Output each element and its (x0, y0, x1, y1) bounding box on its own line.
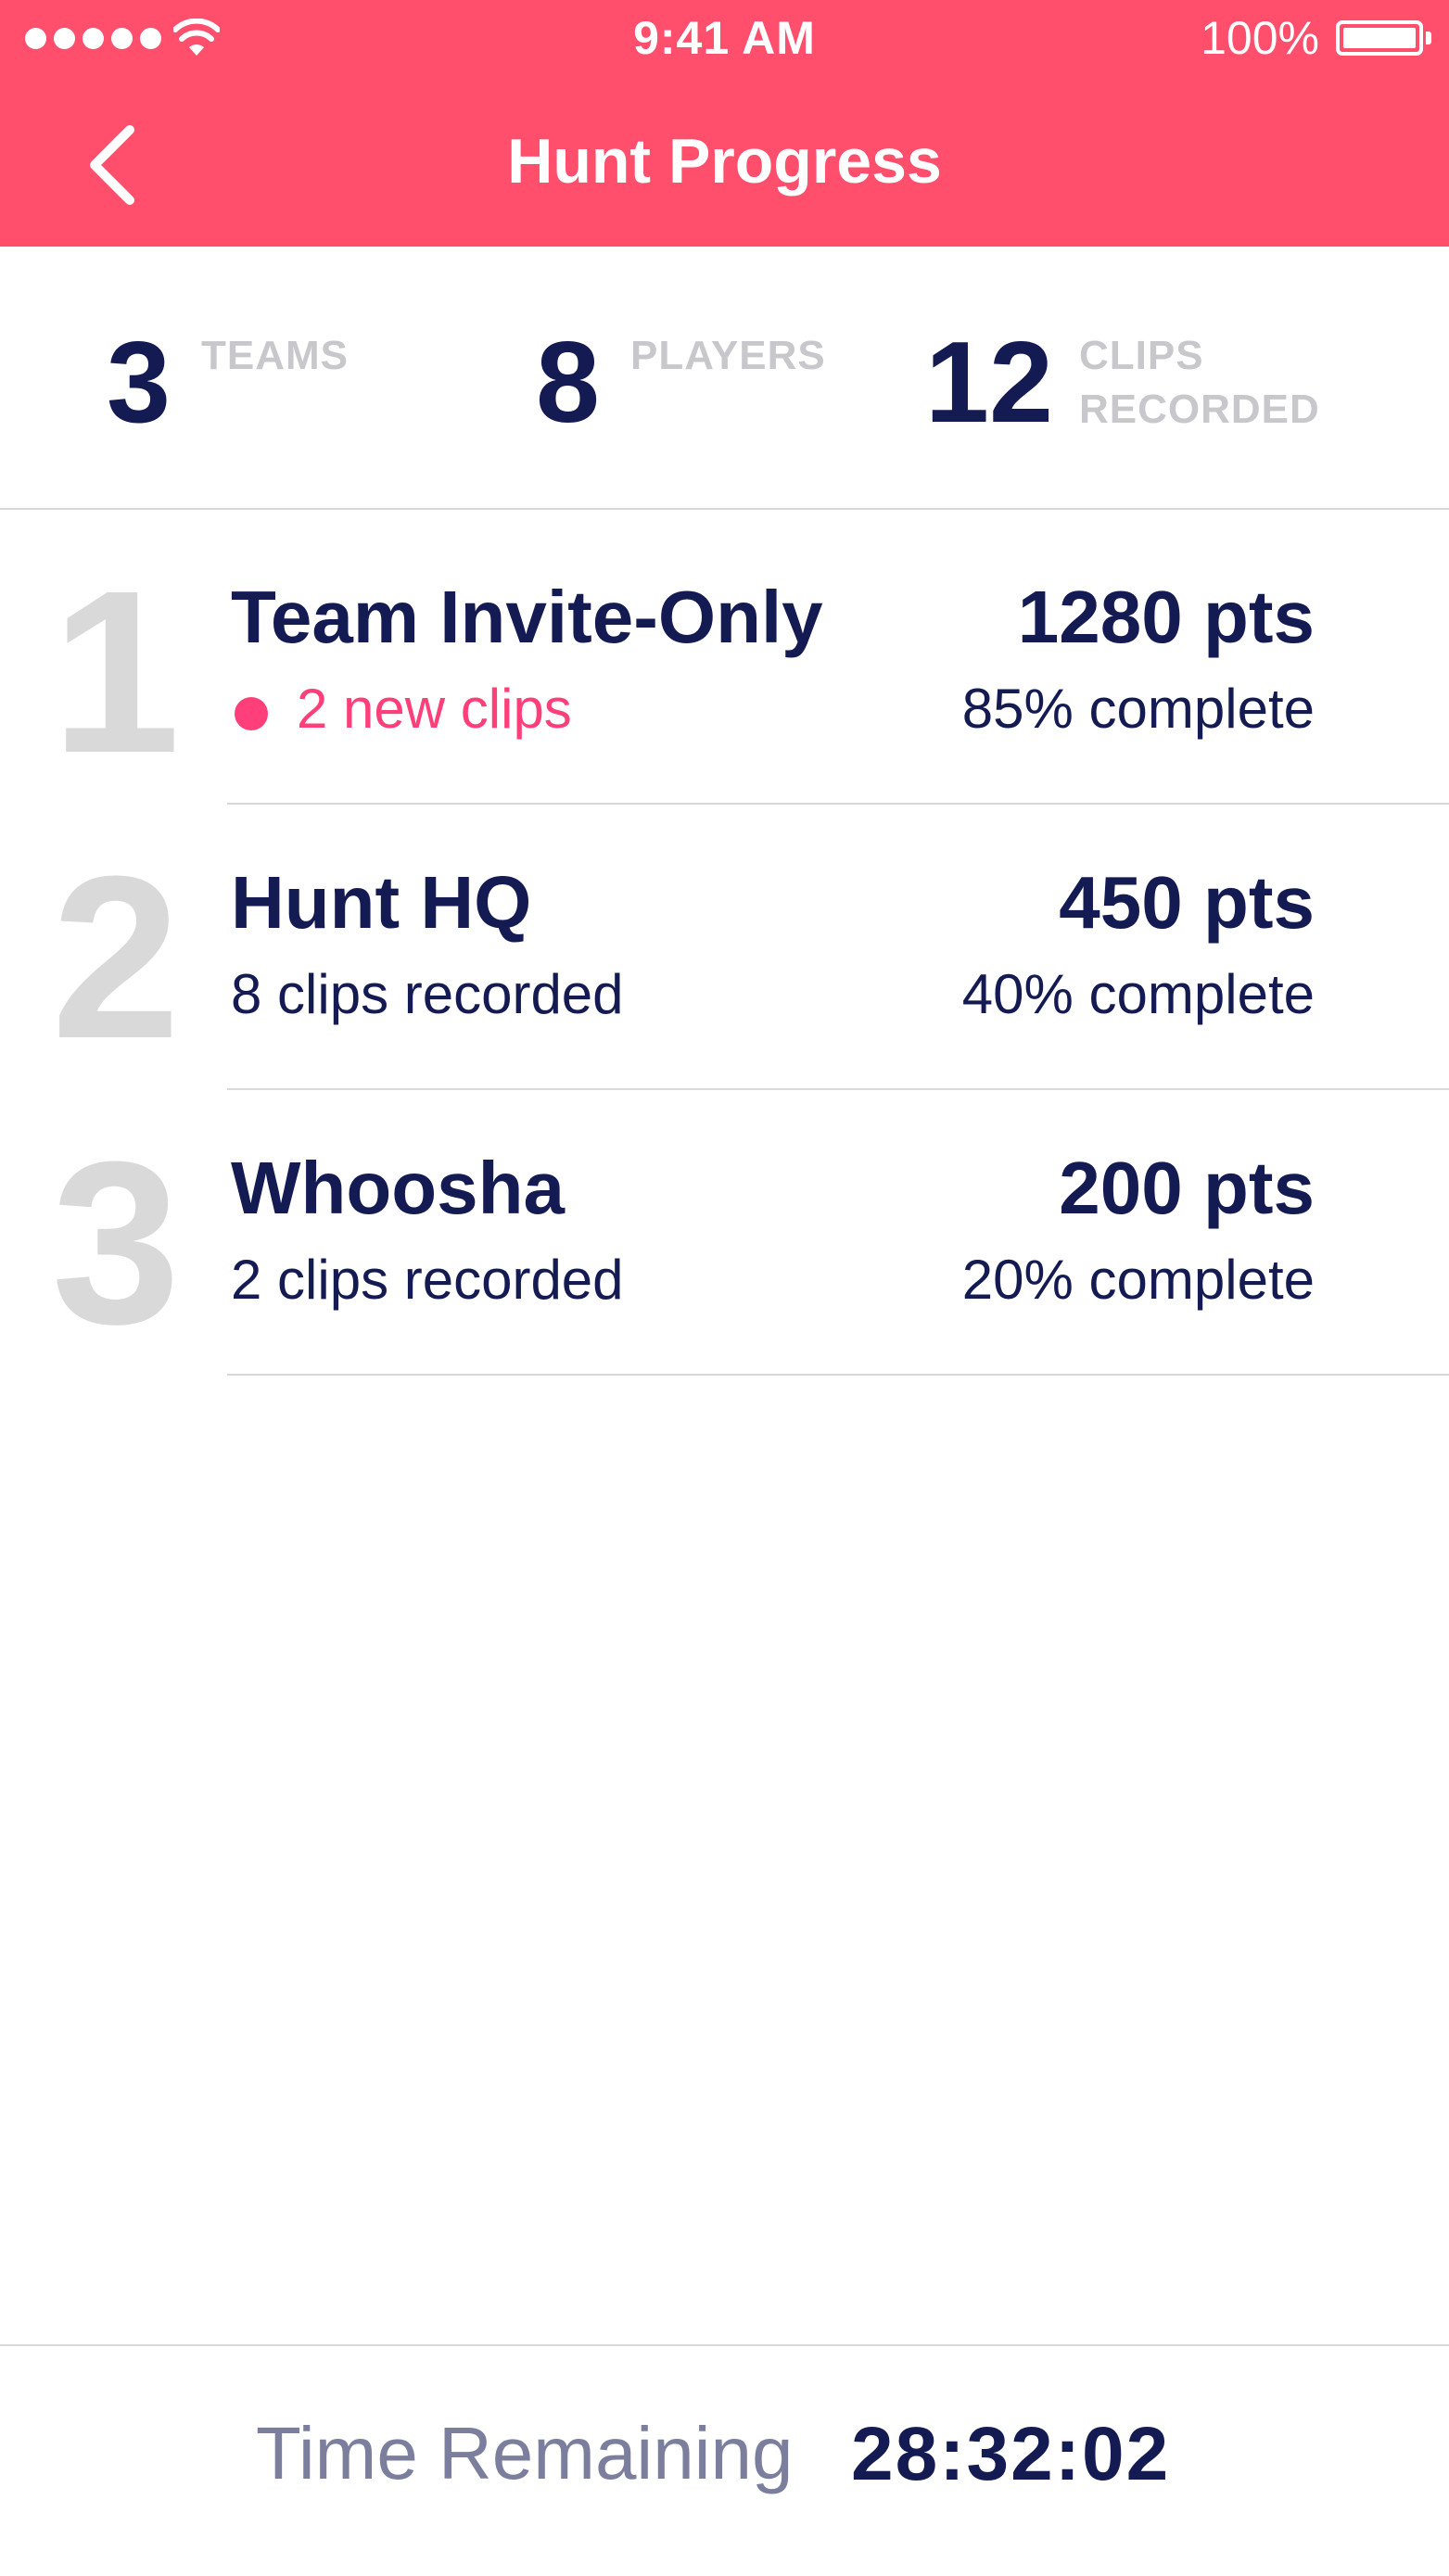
team-progress: 20% complete (961, 1249, 1315, 1311)
time-remaining-label: Time Remaining (256, 2412, 794, 2494)
team-rank: 1 (51, 542, 181, 801)
team-points: 1280 pts (1017, 576, 1315, 658)
team-progress: 85% complete (961, 678, 1315, 740)
new-clips-dot-icon (235, 697, 268, 730)
team-row[interactable]: 2 Hunt HQ 8 clips recorded 450 pts 40% c… (0, 805, 1449, 1090)
stat-label: CLIPS RECORDED (1079, 333, 1320, 432)
team-name: Team Invite-Only (231, 576, 823, 658)
footer-timer: Time Remaining 28:32:02 (0, 2344, 1449, 2576)
time-remaining-value: 28:32:02 (851, 2412, 1171, 2496)
stat-label: TEAMS (201, 333, 349, 378)
stat-label: PLAYERS (630, 333, 826, 378)
stats-summary: 3 TEAMS 8 PLAYERS 12 CLIPS RECORDED (0, 247, 1449, 510)
header: 9:41 AM 100% Hunt Progress (0, 0, 1449, 247)
team-progress: 40% complete (961, 963, 1315, 1025)
battery-icon (1336, 20, 1431, 56)
team-clips-recorded: 8 clips recorded (231, 963, 624, 1025)
team-points: 450 pts (1059, 861, 1315, 944)
team-rank: 2 (51, 828, 181, 1086)
row-divider (227, 1374, 1449, 1376)
team-new-clips: 2 new clips (297, 678, 572, 740)
stat-value: 12 (925, 319, 1053, 447)
team-clips-recorded: 2 clips recorded (231, 1249, 624, 1311)
status-bar: 9:41 AM 100% (0, 0, 1449, 74)
battery-percentage: 100% (1201, 12, 1319, 64)
stat-value: 3 (107, 319, 171, 447)
team-row[interactable]: 3 Whoosha 2 clips recorded 200 pts 20% c… (0, 1090, 1449, 1376)
stat-value: 8 (536, 319, 600, 447)
team-points: 200 pts (1059, 1147, 1315, 1229)
team-name: Whoosha (231, 1147, 565, 1229)
page-title: Hunt Progress (507, 126, 942, 197)
team-rank: 3 (51, 1113, 181, 1372)
team-row[interactable]: 1 Team Invite-Only 2 new clips 1280 pts … (0, 519, 1449, 805)
team-name: Hunt HQ (231, 861, 532, 944)
